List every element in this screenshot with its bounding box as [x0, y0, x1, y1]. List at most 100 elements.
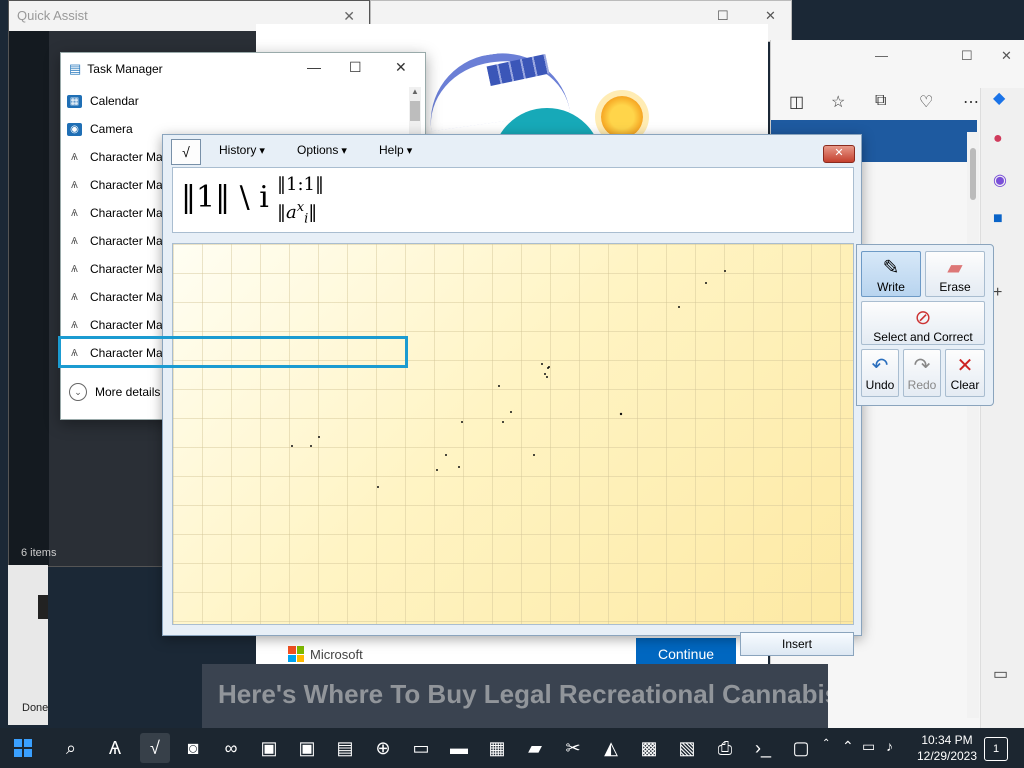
taskbar: ⌕ Ѧ √ ◙ ∞ ▣ ▣ ▤ ⊕ ▭ ▬ ▦ ▰ ✂ ◭ ▩ ▧ ⎙ ›_ ▢… [0, 728, 1024, 768]
more-details-button[interactable]: ⌄ More details [69, 383, 160, 401]
clear-label: Clear [950, 378, 980, 392]
select-and-correct-button[interactable]: ⊘ Select and Correct [861, 301, 985, 345]
favorites-icon[interactable]: ☆ [831, 92, 845, 112]
clear-icon: ✕ [956, 355, 974, 377]
microsoft-logo-icon [288, 646, 304, 662]
recognized-expression: ‖1‖ \ i ‖1:1‖ ‖axi‖ [181, 174, 324, 227]
outlook-icon[interactable]: ■ [993, 210, 1003, 228]
character-map-icon: Ѧ [71, 319, 78, 331]
start-button[interactable] [8, 733, 38, 763]
character-map-icon: Ѧ [71, 263, 78, 275]
redo-button[interactable]: ↷ Redo [903, 349, 941, 397]
collections-icon[interactable]: ⧉ [875, 92, 886, 110]
news-article-banner: Here's Where To Buy Legal Recreational C… [202, 664, 828, 728]
task-manager-icon: ▤ [69, 61, 82, 76]
math-input-panel-logo-icon: √ [171, 139, 201, 165]
write-button[interactable]: ✎ Write [861, 251, 921, 297]
clear-button[interactable]: ✕ Clear [945, 349, 985, 397]
task-manager-titlebar[interactable]: ▤ Task Manager [69, 61, 163, 77]
app-icon[interactable]: ◭ [596, 733, 626, 763]
browser-essentials-icon[interactable]: ♡ [919, 92, 933, 112]
more-details-label: More details [95, 385, 161, 399]
app-icon[interactable]: ▦ [482, 733, 512, 763]
maximize-icon[interactable]: ☐ [349, 59, 362, 76]
erase-button[interactable]: ▰ Erase [925, 251, 985, 297]
clock-time: 10:34 PM [921, 733, 973, 747]
remote-desktop-icon[interactable]: ▢ [786, 733, 816, 763]
app-icon[interactable]: ▣ [292, 733, 322, 763]
split-screen-icon[interactable]: ◫ [789, 92, 804, 112]
add-icon[interactable]: + [993, 284, 1002, 302]
volume-muted-icon[interactable]: ♪ [886, 738, 893, 754]
list-item-label: Character Map [90, 234, 170, 248]
insert-button[interactable]: Insert [740, 632, 854, 656]
close-button[interactable]: ✕ [823, 145, 855, 163]
camera-icon[interactable]: ◙ [178, 733, 208, 763]
compass-icon[interactable]: ⊕ [368, 733, 398, 763]
powershell-icon[interactable]: ›_ [748, 733, 778, 763]
sidebar-toggle-icon[interactable]: ▭ [993, 664, 1008, 684]
brand-name: Microsoft [310, 646, 363, 662]
menu-history[interactable]: History [219, 143, 265, 157]
expression-sub-start: ‖a [277, 202, 297, 223]
app-icon[interactable]: ∞ [216, 733, 246, 763]
search-icon[interactable]: ⌕ [56, 733, 86, 763]
close-icon[interactable]: ✕ [1001, 48, 1012, 64]
more-icon[interactable]: ⋯ [963, 92, 979, 112]
undo-label: Undo [865, 378, 895, 392]
maximize-icon[interactable]: ☐ [961, 48, 973, 64]
math-input-panel-taskbar-icon[interactable]: √ [140, 733, 170, 763]
select-and-correct-label: Select and Correct [873, 330, 973, 344]
file-explorer-icon[interactable]: ▰ [520, 733, 550, 763]
maximize-icon[interactable]: ☐ [717, 8, 729, 24]
menu-help[interactable]: Help [379, 143, 412, 157]
app-icon[interactable]: ▭ [406, 733, 436, 763]
list-item-label: Camera [90, 122, 133, 136]
ink-strokes [291, 270, 726, 488]
list-item-label: Character Map [90, 150, 170, 164]
copilot-icon[interactable]: ◆ [993, 88, 1005, 108]
character-map-taskbar-icon[interactable]: Ѧ [100, 733, 130, 763]
pen-icon: ✎ [882, 257, 900, 279]
list-item-label: Character Map [90, 178, 170, 192]
system-clock[interactable]: 10:34 PM 12/29/2023 [912, 732, 982, 764]
math-input-panel-window: √ History Options Help ✕ ‖1‖ \ i ‖1:1‖ ‖… [162, 134, 862, 636]
selection-highlight [58, 336, 408, 368]
undo-button[interactable]: ↶ Undo [861, 349, 899, 397]
app-icon[interactable]: ▩ [634, 733, 664, 763]
app-icon[interactable]: ▧ [672, 733, 702, 763]
status-text: 6 items [21, 547, 57, 559]
app-icon[interactable]: ▣ [254, 733, 284, 763]
command-prompt-icon[interactable]: ▬ [444, 733, 474, 763]
list-item[interactable]: ▦ Calendar [61, 87, 407, 115]
close-icon[interactable]: ✕ [765, 8, 776, 24]
network-icon[interactable]: ▭ [862, 738, 875, 755]
page-scrollbar[interactable] [967, 132, 979, 718]
app-icon[interactable]: ▤ [330, 733, 360, 763]
writing-canvas[interactable] [172, 243, 854, 625]
list-item-label: Character Map [90, 318, 170, 332]
close-icon[interactable]: ✕ [395, 59, 407, 76]
paint-icon[interactable]: ✂ [558, 733, 588, 763]
window-fragment [38, 595, 48, 619]
character-map-icon: Ѧ [71, 151, 78, 163]
menu-options[interactable]: Options [297, 143, 347, 157]
show-hidden-icons[interactable]: ⌃ [842, 738, 854, 755]
math-tools-pane: ✎ Write ▰ Erase ⊘ Select and Correct ↶ U… [856, 244, 994, 406]
shopping-icon[interactable]: ◉ [993, 170, 1007, 190]
status-done: Done [22, 702, 49, 714]
edge-sidebar: ◆ ● ◉ ■ + ▭ [980, 88, 1024, 728]
character-map-icon: Ѧ [71, 291, 78, 303]
clock-date: 12/29/2023 [916, 749, 978, 763]
minimize-icon[interactable]: — [307, 59, 321, 75]
write-label: Write [877, 280, 905, 294]
overflow-scroll-icon[interactable]: ⌃ [822, 738, 830, 749]
search-icon[interactable]: ● [993, 130, 1003, 148]
printer-icon[interactable]: ⎙ [710, 733, 740, 763]
redo-label: Redo [907, 378, 937, 392]
lasso-icon: ⊘ [914, 307, 932, 329]
explorer-window-fragment: Done [8, 565, 48, 725]
news-headline[interactable]: Here's Where To Buy Legal Recreational C… [218, 676, 828, 712]
minimize-icon[interactable]: — [875, 48, 888, 63]
notification-badge[interactable]: 1 [984, 737, 1008, 761]
